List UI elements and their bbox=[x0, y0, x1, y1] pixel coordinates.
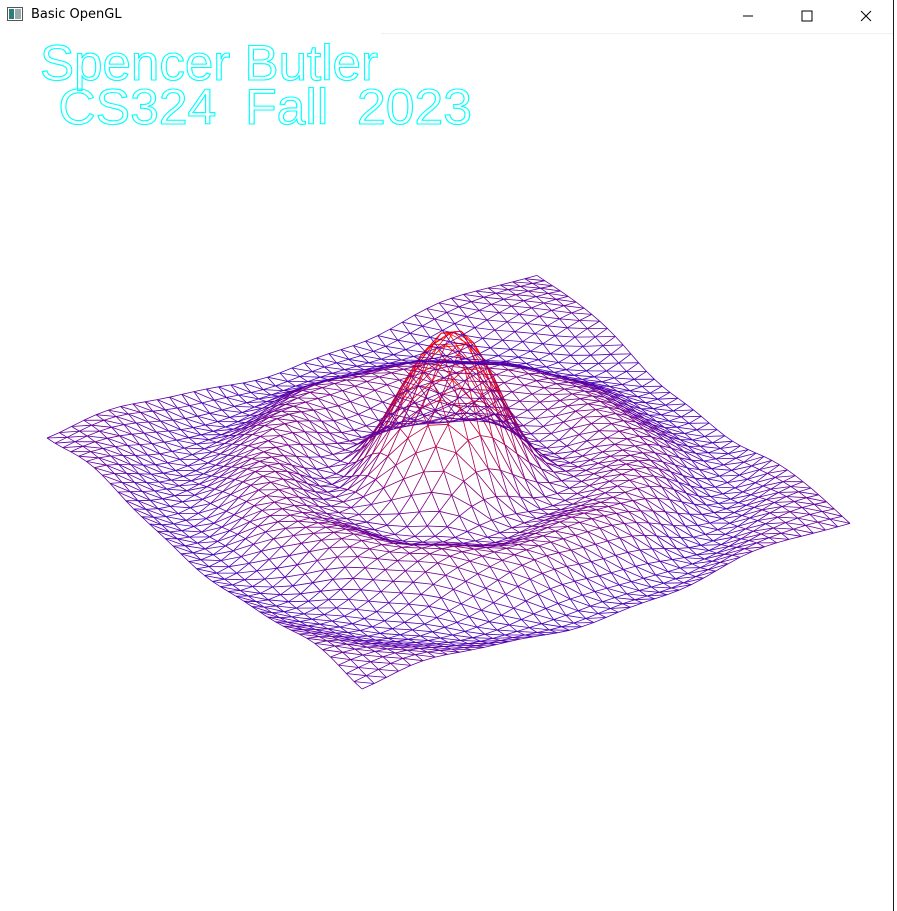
overlay-course-text: CS324 Fall 2023 bbox=[44, 79, 472, 135]
maximize-button[interactable] bbox=[784, 0, 830, 32]
maximize-icon bbox=[801, 10, 813, 22]
window-title: Basic OpenGL bbox=[31, 7, 122, 22]
app-icon bbox=[7, 7, 23, 21]
title-bar[interactable]: Basic OpenGL bbox=[0, 0, 897, 32]
close-icon bbox=[860, 10, 872, 22]
opengl-viewport[interactable]: Spencer Butler CS324 Fall 2023 bbox=[0, 32, 893, 911]
minimize-button[interactable] bbox=[725, 0, 771, 32]
wireframe-surface bbox=[46, 275, 851, 690]
minimize-icon bbox=[743, 15, 753, 17]
close-button[interactable] bbox=[843, 0, 889, 32]
window-border bbox=[893, 0, 897, 911]
